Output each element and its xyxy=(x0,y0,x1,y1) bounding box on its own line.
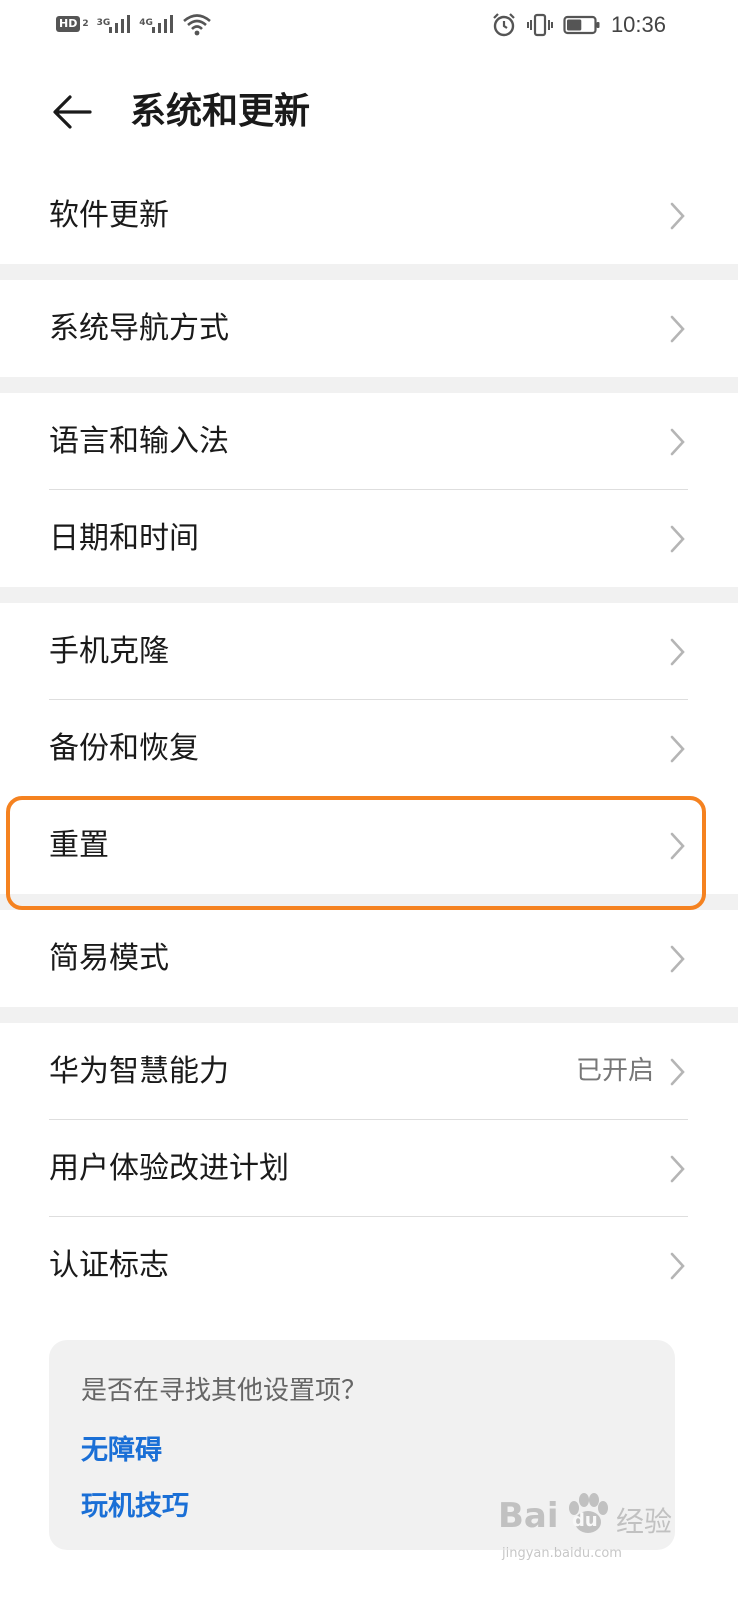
chevron-right-icon xyxy=(670,525,685,553)
back-arrow-icon xyxy=(53,95,92,129)
row-label: 语言和输入法 xyxy=(49,424,229,459)
suggestion-link-accessibility[interactable]: 无障碍 xyxy=(81,1428,162,1467)
group-gap xyxy=(0,894,738,910)
settings-row-language-input[interactable]: 语言和输入法 xyxy=(0,393,738,490)
row-status-value: 已开启 xyxy=(575,1056,654,1086)
chevron-right-icon xyxy=(670,832,685,860)
alarm-icon xyxy=(493,13,515,37)
header: 系统和更新 xyxy=(0,66,738,158)
watermark-brand2: du xyxy=(572,1510,598,1531)
signal-4g-icon: 4G xyxy=(139,13,174,35)
settings-group-simple: 简易模式 xyxy=(0,910,738,1007)
chevron-right-icon xyxy=(670,1058,685,1086)
settings-row-certification[interactable]: 认证标志 xyxy=(0,1217,738,1314)
settings-row-software-update[interactable]: 软件更新 xyxy=(0,167,738,264)
row-label: 系统导航方式 xyxy=(49,311,229,346)
hd-sub-label: 2 xyxy=(82,19,89,29)
chevron-right-icon xyxy=(670,202,685,230)
row-label: 备份和恢复 xyxy=(49,731,199,766)
status-bar: HD 2 3G 4G 10:36 xyxy=(0,0,738,56)
watermark-url: jingyan.baidu.com xyxy=(502,1546,622,1561)
group-gap xyxy=(0,264,738,280)
page-title: 系统和更新 xyxy=(130,91,311,132)
chevron-right-icon xyxy=(670,315,685,343)
hd-label: HD xyxy=(56,16,81,32)
group-gap xyxy=(0,1007,738,1023)
battery-icon xyxy=(563,15,600,35)
back-button[interactable] xyxy=(44,84,100,140)
vibrate-icon xyxy=(526,13,553,37)
row-label: 认证标志 xyxy=(49,1248,169,1283)
row-label: 手机克隆 xyxy=(49,634,169,669)
group-gap xyxy=(0,377,738,393)
settings-group-language: 语言和输入法 日期和时间 xyxy=(0,393,738,587)
settings-group-navigation: 系统导航方式 xyxy=(0,280,738,377)
chevron-right-icon xyxy=(670,1252,685,1280)
wifi-icon xyxy=(183,14,211,36)
baidu-watermark: Bai du 经验 jingyan.baidu.com xyxy=(498,1490,698,1570)
chevron-right-icon xyxy=(670,735,685,763)
settings-row-navigation-mode[interactable]: 系统导航方式 xyxy=(0,280,738,377)
settings-row-reset[interactable]: 重置 xyxy=(0,797,738,894)
clock: 10:36 xyxy=(610,12,666,37)
row-label: 简易模式 xyxy=(49,941,169,976)
chevron-right-icon xyxy=(670,1155,685,1183)
settings-row-user-experience[interactable]: 用户体验改进计划 xyxy=(0,1120,738,1217)
row-label: 华为智慧能力 xyxy=(49,1054,229,1089)
chevron-right-icon xyxy=(670,945,685,973)
group-gap xyxy=(0,587,738,603)
suggestion-link-tips[interactable]: 玩机技巧 xyxy=(81,1484,189,1523)
signal-3g-icon: 3G xyxy=(97,13,132,35)
chevron-right-icon xyxy=(670,638,685,666)
settings-row-phone-clone[interactable]: 手机克隆 xyxy=(0,603,738,700)
row-label: 用户体验改进计划 xyxy=(49,1151,289,1186)
settings-group-update: 软件更新 xyxy=(0,167,738,264)
signal-4g-label: 4G xyxy=(139,18,153,28)
settings-group-huawei: 华为智慧能力 已开启 用户体验改进计划 认证标志 xyxy=(0,1023,738,1314)
suggestion-title: 是否在寻找其他设置项？ xyxy=(81,1376,368,1406)
settings-row-backup-restore[interactable]: 备份和恢复 xyxy=(0,700,738,797)
settings-group-backup: 手机克隆 备份和恢复 重置 xyxy=(0,603,738,894)
settings-row-simple-mode[interactable]: 简易模式 xyxy=(0,910,738,1007)
row-label: 软件更新 xyxy=(49,198,169,233)
settings-row-date-time[interactable]: 日期和时间 xyxy=(0,490,738,587)
watermark-brand: Bai xyxy=(498,1496,559,1536)
signal-3g-label: 3G xyxy=(96,18,111,28)
chevron-right-icon xyxy=(670,428,685,456)
hd-voice-icon: HD 2 xyxy=(56,16,89,32)
watermark-jingyan: 经验 xyxy=(616,1505,673,1538)
settings-row-huawei-ai[interactable]: 华为智慧能力 已开启 xyxy=(0,1023,738,1120)
row-label: 日期和时间 xyxy=(49,521,199,556)
row-label: 重置 xyxy=(49,828,109,863)
